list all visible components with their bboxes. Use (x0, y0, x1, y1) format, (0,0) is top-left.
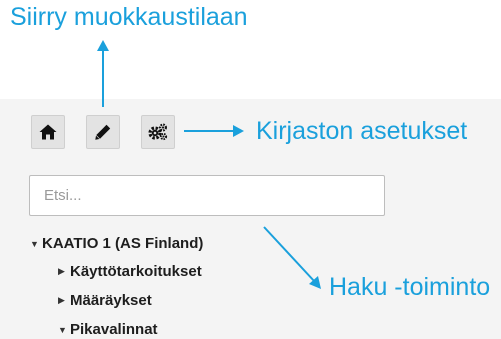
caret-right-icon: ▶ (58, 266, 65, 276)
tree-node-root[interactable]: ▼ KAATIO 1 (AS Finland) (30, 235, 203, 252)
tree-node-maaraykset[interactable]: ▶ Määräykset (58, 292, 152, 309)
screenshot-stage: Siirry muokkaustilaan Kirjaston asetukse… (0, 0, 501, 339)
library-settings-callout: Kirjaston asetukset (256, 117, 468, 145)
caret-right-icon: ▶ (58, 295, 65, 305)
caret-down-icon: ▼ (30, 238, 39, 249)
search-input[interactable] (29, 175, 385, 216)
pencil-icon (95, 124, 111, 140)
search-function-callout: Haku -toiminto (329, 273, 491, 301)
home-icon (39, 124, 57, 140)
arrow-to-edit-callout (97, 40, 109, 107)
tree-node-label: KAATIO 1 (AS Finland) (42, 235, 204, 252)
edit-mode-button[interactable] (86, 115, 120, 149)
gears-icon (148, 123, 168, 141)
tree-node-pikavalinnat[interactable]: ▼ Pikavalinnat (58, 321, 158, 338)
tree-node-label: Pikavalinnat (70, 321, 158, 338)
tree-node-label: Käyttötarkoitukset (70, 263, 202, 280)
home-button[interactable] (31, 115, 65, 149)
caret-down-icon: ▼ (58, 324, 67, 335)
tree-node-label: Määräykset (70, 292, 152, 309)
edit-mode-callout: Siirry muokkaustilaan (10, 3, 248, 31)
tree-node-kayttotarkoitukset[interactable]: ▶ Käyttötarkoitukset (58, 263, 202, 280)
library-settings-button[interactable] (141, 115, 175, 149)
